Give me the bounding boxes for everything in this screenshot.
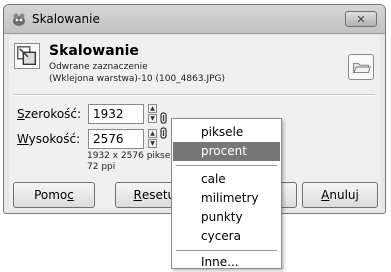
help-button-accel: c <box>67 188 74 202</box>
height-label: Wysokość: <box>17 132 81 146</box>
height-spin-arrows-icon[interactable]: ▲ ▼ <box>148 129 157 149</box>
unit-option-picas[interactable]: cycera <box>173 227 280 246</box>
header-subtitle-layer: (Wklejona warstwa)-10 (100_4863.JPG) <box>49 74 226 84</box>
height-input[interactable] <box>88 129 144 149</box>
help-button[interactable]: Pomo c <box>13 182 95 208</box>
close-icon: ✕ <box>356 12 366 26</box>
cancel-button-label: nuluj <box>329 188 359 202</box>
width-label: Szerokość: <box>17 107 82 121</box>
gimp-wilber-icon <box>13 13 25 26</box>
chain-link-icon[interactable] <box>160 112 167 124</box>
menu-separator <box>176 250 277 251</box>
height-spin-down[interactable]: ▼ <box>148 139 157 148</box>
unit-option-pixels[interactable]: piksele <box>173 123 280 142</box>
preview-image-icon <box>348 54 374 80</box>
cancel-button-accel: A <box>321 188 330 202</box>
width-spin-down[interactable]: ▼ <box>148 114 157 123</box>
unit-option-millimeters[interactable]: milimetry <box>173 189 280 208</box>
resolution-info-text: 72 ppi <box>87 162 116 172</box>
size-info-text: 1932 x 2576 pikseli <box>87 151 176 161</box>
window-title: Skalowanie <box>32 12 100 26</box>
scale-tool-icon <box>14 43 40 69</box>
width-input[interactable] <box>88 104 144 124</box>
unit-option-points[interactable]: punkty <box>173 208 280 227</box>
close-button[interactable]: ✕ <box>345 11 377 27</box>
menu-separator <box>176 165 277 166</box>
width-spin-up[interactable]: ▲ <box>148 104 157 113</box>
help-button-label: Pomo <box>34 188 68 202</box>
unit-option-percent[interactable]: procent <box>173 142 280 161</box>
width-spin-arrows-icon[interactable]: ▲ ▼ <box>148 104 157 124</box>
unit-option-other[interactable]: Inne... <box>173 253 280 272</box>
header-separator <box>14 94 375 96</box>
cancel-button[interactable]: Anuluj <box>302 182 378 208</box>
height-spin-up[interactable]: ▲ <box>148 129 157 138</box>
title-bar[interactable]: Skalowanie ✕ <box>4 5 385 34</box>
unit-dropdown-menu[interactable]: piksele procent cale milimetry punkty cy… <box>171 118 282 269</box>
header-subtitle-selection: Odwrane zaznaczenie <box>49 62 148 72</box>
chain-link-icon-lower[interactable] <box>160 127 167 139</box>
unit-option-inches[interactable]: cale <box>173 170 280 189</box>
reset-button-accel: R <box>133 188 142 202</box>
dialog-header-title: Skalowanie <box>49 43 139 59</box>
